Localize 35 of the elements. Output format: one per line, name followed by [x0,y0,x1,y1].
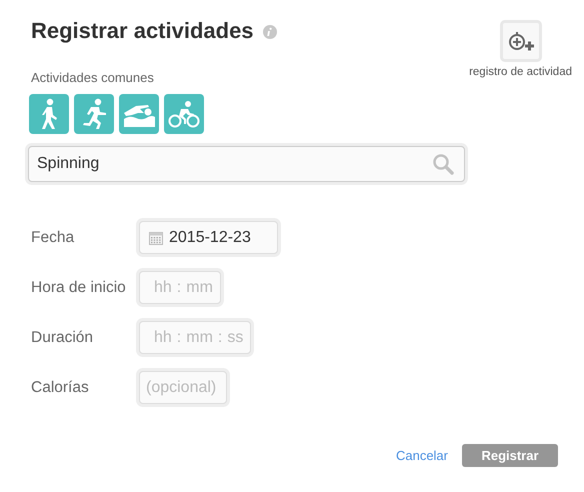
placeholder-text: hh [153,328,173,346]
stopwatch-add-button[interactable] [500,20,542,62]
cycling-button[interactable] [164,94,204,134]
field-label: Fecha [31,228,76,246]
calendar-icon [149,230,163,244]
placeholder-text: mm [185,328,214,346]
time-field[interactable]: hh : mm : ss [139,321,252,354]
search-field[interactable]: Spinning [28,146,465,182]
placeholder-text: hh [153,278,173,296]
placeholder-text: ss [226,328,244,346]
cancel-link[interactable]: Cancelar [396,448,448,463]
cyclist-icon [168,100,200,128]
time-field[interactable]: hh : mm [139,271,221,304]
date-field[interactable]: 2015-12-23 [139,221,278,254]
field-label: Calorías [31,378,90,396]
placeholder-text: (opcional) [146,378,218,396]
time-separator: : [218,328,222,346]
search-text: Spinning [37,155,100,173]
swimming-button[interactable] [119,94,159,134]
date-value: 2015-12-23 [169,228,251,246]
placeholder-text: mm [185,278,214,296]
time-separator: : [176,328,182,346]
button-caption: registro de actividad [469,66,572,78]
time-separator: : [176,278,182,296]
search-icon[interactable] [432,153,454,175]
calories-field[interactable]: (opcional) [139,371,228,404]
field-label: Hora de inicio [31,278,127,296]
walking-button[interactable] [29,94,69,134]
stopwatch-plus-icon [506,29,535,53]
section-label: Actividades comunes [31,70,154,85]
field-label: Duración [31,328,94,346]
page-title: Registrar actividades [31,18,254,44]
info-icon[interactable] [262,25,277,39]
running-button[interactable] [74,94,114,134]
submit-button[interactable]: Registrar [462,444,558,467]
